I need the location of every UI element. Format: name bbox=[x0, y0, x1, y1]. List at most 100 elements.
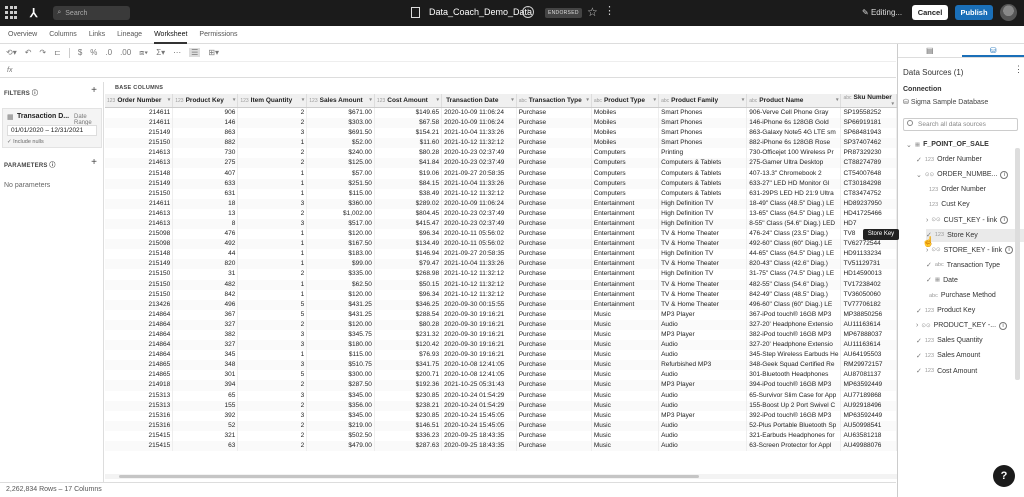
table-cell[interactable]: 215148 bbox=[105, 168, 174, 179]
checkmark-icon[interactable]: ✓ bbox=[926, 261, 932, 269]
table-cell[interactable]: Smart Phones bbox=[658, 118, 748, 129]
table-cell[interactable]: $431.25 bbox=[306, 309, 375, 320]
table-cell[interactable]: $336.23 bbox=[374, 430, 443, 441]
table-cell[interactable]: Music bbox=[591, 390, 660, 401]
table-cell[interactable]: 63-Screen Protector for Appl bbox=[746, 441, 842, 452]
table-cell[interactable]: 820-43" Class (42.6" Diag.) bbox=[746, 259, 842, 270]
table-cell[interactable]: 215150 bbox=[105, 138, 174, 149]
table-cell[interactable]: Mobiles bbox=[591, 138, 660, 149]
date-range-input[interactable]: 01/01/2020 – 12/31/2021 bbox=[7, 125, 97, 136]
checkmark-icon[interactable]: ✓ bbox=[926, 276, 932, 284]
table-cell[interactable]: 482-55" Class (54.6" Diag.) bbox=[746, 279, 842, 290]
table-cell[interactable]: $415.47 bbox=[374, 218, 443, 230]
table-cell[interactable]: 44-65" Class (64.5" Diag.) LE bbox=[746, 249, 842, 260]
table-cell[interactable]: 2020-09-30 00:15:55 bbox=[441, 299, 517, 310]
table-cell[interactable]: 2020-10-23 02:37:49 bbox=[441, 208, 517, 219]
table-cell[interactable]: RM29972157 bbox=[840, 360, 897, 371]
table-cell[interactable]: $96.34 bbox=[374, 229, 443, 240]
table-cell[interactable]: $52.00 bbox=[306, 138, 375, 149]
table-cell[interactable]: Purchase bbox=[516, 128, 592, 139]
layout-alt-icon[interactable]: ⊞▾ bbox=[208, 48, 219, 57]
table-cell[interactable]: $67.58 bbox=[374, 118, 443, 129]
undo-icon[interactable]: ↶ bbox=[25, 48, 32, 57]
table-cell[interactable]: 2 bbox=[237, 269, 308, 280]
table-cell[interactable]: 214613 bbox=[105, 148, 174, 159]
tree-item[interactable]: ✓ abc Transaction Type bbox=[926, 259, 1024, 272]
table-cell[interactable]: Music bbox=[591, 340, 660, 351]
table-cell[interactable]: 214611 bbox=[105, 118, 174, 129]
table-cell[interactable]: AU63581218 bbox=[840, 430, 897, 441]
table-cell[interactable]: 394 bbox=[172, 380, 239, 391]
table-cell[interactable]: 275-Gamer Ultra Desktop bbox=[746, 158, 842, 169]
table-cell[interactable]: 1 bbox=[237, 279, 308, 290]
table-cell[interactable]: $80.28 bbox=[374, 148, 443, 159]
table-cell[interactable]: $230.85 bbox=[374, 390, 443, 401]
table-cell[interactable]: Computers & Tablets bbox=[658, 158, 748, 169]
table-cell[interactable]: $149.65 bbox=[374, 107, 443, 118]
chevron-down-icon[interactable]: ▾ bbox=[168, 97, 171, 103]
table-cell[interactable]: TV & Home Theater bbox=[658, 289, 748, 300]
table-cell[interactable]: 155 bbox=[172, 400, 239, 411]
table-cell[interactable]: 215149 bbox=[105, 178, 174, 189]
table-cell[interactable]: 1 bbox=[237, 350, 308, 361]
table-cell[interactable]: $76.93 bbox=[374, 350, 443, 361]
table-cell[interactable]: TV62772544 bbox=[840, 239, 897, 250]
table-cell[interactable]: HD41725466 bbox=[840, 208, 897, 219]
table-cell[interactable]: 394-iPod touch® 16GB MP3 bbox=[746, 380, 842, 391]
table-cell[interactable]: Smart Phones bbox=[658, 107, 748, 118]
table-cell[interactable]: AU49988076 bbox=[840, 441, 897, 452]
table-cell[interactable]: Computers bbox=[591, 188, 660, 199]
horizontal-scrollbar[interactable] bbox=[105, 474, 897, 479]
table-cell[interactable]: $479.00 bbox=[306, 441, 375, 452]
table-cell[interactable]: 2021-10-04 11:33:26 bbox=[441, 259, 517, 270]
table-cell[interactable]: 2020-09-30 19:16:21 bbox=[441, 350, 517, 361]
table-cell[interactable]: 3 bbox=[237, 329, 308, 341]
table-cell[interactable]: Purchase bbox=[516, 107, 592, 118]
table-cell[interactable]: Purchase bbox=[516, 188, 592, 199]
column-header[interactable]: Transaction Date ▾ bbox=[441, 94, 517, 108]
table-cell[interactable]: MP3 Player bbox=[658, 410, 748, 421]
table-cell[interactable]: 31 bbox=[172, 269, 239, 280]
redo-icon[interactable]: ↷ bbox=[39, 48, 46, 57]
table-cell[interactable]: Purchase bbox=[516, 279, 592, 290]
table-cell[interactable]: 407-13.3" Chromebook 2 bbox=[746, 168, 842, 179]
table-cell[interactable]: 2 bbox=[237, 380, 308, 391]
table-cell[interactable]: 155-Boost Up 2 Port Swivel C bbox=[746, 400, 842, 411]
table-cell[interactable]: Music bbox=[591, 350, 660, 361]
table-cell[interactable]: HD14590013 bbox=[840, 269, 897, 280]
table-cell[interactable]: Music bbox=[591, 441, 660, 452]
table-cell[interactable]: $84.15 bbox=[374, 178, 443, 189]
table-cell[interactable]: 18-49" Class (48.5" Diag.) LE bbox=[746, 198, 842, 209]
table-cell[interactable]: 2020-09-30 19:16:21 bbox=[441, 340, 517, 351]
tab-columns[interactable]: Columns bbox=[49, 26, 77, 44]
table-cell[interactable]: 882-iPhone 6s 128GB Rose bbox=[746, 138, 842, 149]
table-cell[interactable]: 348-Geek Squad Certified Re bbox=[746, 360, 842, 371]
help-button[interactable]: ? bbox=[993, 465, 1015, 487]
sum-icon[interactable]: Σ▾ bbox=[156, 48, 165, 57]
decimal-decrease-icon[interactable]: .0 bbox=[105, 48, 112, 57]
expand-chevron-icon[interactable]: ⌄ bbox=[916, 171, 922, 179]
tree-item[interactable]: ⌄ ⊙⊙ ORDER_NUMBE... i bbox=[916, 168, 1024, 181]
table-cell[interactable]: 214864 bbox=[105, 350, 174, 361]
table-cell[interactable]: Audio bbox=[658, 420, 748, 431]
table-cell[interactable]: Computers & Tablets bbox=[658, 178, 748, 189]
chevron-down-icon[interactable]: ▾ bbox=[233, 97, 236, 103]
more-options-icon[interactable]: ⋮ bbox=[604, 4, 615, 17]
table-cell[interactable]: HD91133234 bbox=[840, 249, 897, 260]
column-header[interactable]: abc Transaction Type ▾ bbox=[516, 94, 592, 108]
table-cell[interactable]: $146.51 bbox=[374, 420, 443, 431]
table-cell[interactable]: 214613 bbox=[105, 218, 174, 230]
table-cell[interactable]: 214864 bbox=[105, 319, 174, 330]
table-cell[interactable]: MP63592449 bbox=[840, 410, 897, 421]
table-cell[interactable]: High Definition TV bbox=[658, 198, 748, 209]
table-cell[interactable]: Music bbox=[591, 420, 660, 431]
cancel-button[interactable]: Cancel bbox=[912, 5, 948, 20]
table-cell[interactable]: $120.00 bbox=[306, 319, 375, 330]
table-cell[interactable]: TV17238402 bbox=[840, 279, 897, 290]
table-cell[interactable]: 2 bbox=[237, 118, 308, 129]
add-filter-button[interactable]: + bbox=[91, 85, 97, 96]
table-cell[interactable]: 214611 bbox=[105, 198, 174, 209]
table-cell[interactable]: CT30184298 bbox=[840, 178, 897, 189]
table-cell[interactable]: Mobiles bbox=[591, 107, 660, 118]
table-cell[interactable]: Smart Phones bbox=[658, 128, 748, 139]
